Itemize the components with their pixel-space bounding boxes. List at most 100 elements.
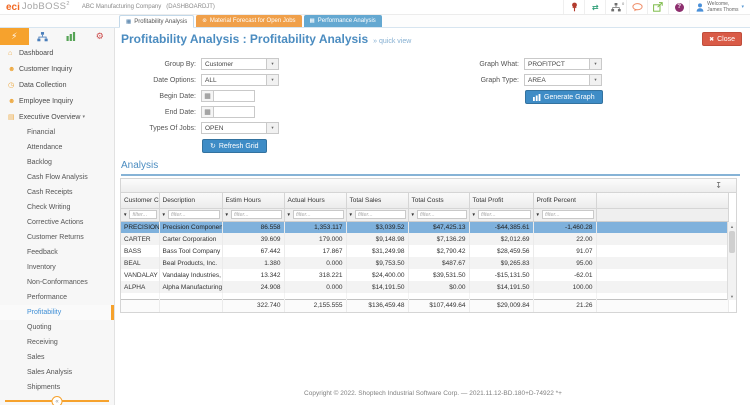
tab-profitability-analysis[interactable]: ▦ Profitability Analysis [119,15,195,28]
grid-scrollbar[interactable]: ▲ ▼ [727,222,736,300]
sidebar-item-financial[interactable]: Financial [0,125,114,140]
column-filter-input[interactable] [292,210,344,219]
begin-date-input[interactable] [214,90,255,102]
cell-filler [596,257,729,269]
table-cell: $3,039.52 [346,221,409,233]
column-header-total-costs[interactable]: Total Costs [408,193,470,209]
quick-actions-bolt-icon[interactable]: ⚡ [0,28,29,45]
export-icon[interactable]: ↧ [715,180,722,192]
graph-what-select[interactable]: PROFITPCT ▾ [524,58,602,70]
sidebar-item-customer-returns[interactable]: Customer Returns [0,230,114,245]
main-content: Profitability Analysis : Profitability A… [116,28,750,405]
sidebar-item-performance[interactable]: Performance [0,290,114,305]
column-filter-input[interactable] [354,210,406,219]
caret-down-icon: ▾ [589,59,601,69]
charts-nav-icon[interactable] [57,28,86,45]
sidebar-item-customer-inquiry[interactable]: ☻ Customer Inquiry [0,61,114,77]
end-date-input[interactable] [214,106,255,118]
sync-icon[interactable]: ⇄ [584,0,605,14]
column-header-total-sales[interactable]: Total Sales [346,193,409,209]
table-row-vandalay[interactable]: VANDALAYVandalay Industries, Inc.13.3423… [121,269,729,281]
sidebar-item-shipments[interactable]: Shipments [0,380,114,395]
column-filter-input[interactable] [167,210,220,219]
chevron-down-icon: ▾ [741,4,744,10]
scrollbar-thumb[interactable] [729,231,735,253]
sidebar-item-cash-flow-analysis[interactable]: Cash Flow Analysis [0,170,114,185]
sidebar-item-inventory[interactable]: Inventory [0,260,114,275]
calendar-icon[interactable]: ▦ [201,90,214,102]
pushpin-icon[interactable] [563,0,584,14]
page-title: Profitability Analysis : Profitability A… [121,32,412,46]
filter-funnel-icon[interactable]: ▼ [123,212,127,217]
sidebar-item-employee-inquiry[interactable]: ☻ Employee Inquiry [0,93,114,109]
column-header-customer-code[interactable]: Customer Code [121,193,160,209]
column-header-total-profit[interactable]: Total Profit [469,193,534,209]
column-filter-input[interactable] [129,210,157,219]
filter-funnel-icon[interactable]: ▼ [472,212,476,217]
filter-funnel-icon[interactable]: ▼ [411,212,415,217]
sidebar-item-cash-receipts[interactable]: Cash Receipts [0,185,114,200]
column-filter-input[interactable] [541,210,594,219]
sidebar-item-sales-analysis[interactable]: Sales Analysis [0,365,114,380]
sitemap-nav-icon[interactable] [29,28,58,45]
customer-code-cell: BEAL [121,257,160,269]
external-link-icon[interactable] [647,0,668,14]
column-header-description[interactable]: Description [159,193,223,209]
sidebar-item-profitability[interactable]: Profitability [0,305,114,320]
sidebar-item-dashboard[interactable]: ⌂ Dashboard [0,45,114,61]
sidebar-item-check-writing[interactable]: Check Writing [0,200,114,215]
sidebar-item-non-conformances[interactable]: Non-Conformances [0,275,114,290]
date-options-select[interactable]: ALL ▾ [201,74,279,86]
sidebar-item-executive-overview[interactable]: ▤ Executive Overview ▾ [0,109,114,125]
types-of-jobs-select[interactable]: OPEN ▾ [201,122,279,134]
generate-graph-button[interactable]: Generate Graph [525,90,603,104]
totals-cell: $29,009.84 [469,298,534,312]
table-cell: -62.01 [533,269,597,281]
column-filter-input[interactable] [230,210,282,219]
sidebar-item-attendance[interactable]: Attendance [0,140,114,155]
graph-type-select[interactable]: AREA ▾ [524,74,602,86]
sidebar-item-label: Data Collection [19,81,67,89]
table-row-beal[interactable]: BEAL Beal Products, Inc. 1.380 0.000 $9,753.… [121,257,729,269]
calendar-icon[interactable]: ▦ [201,106,214,118]
filter-funnel-icon[interactable]: ▼ [287,212,291,217]
chat-icon[interactable] [626,0,647,14]
group-by-select[interactable]: Customer ▾ [201,58,279,70]
column-header-profit-percent[interactable]: Profit Percent [533,193,597,209]
table-row-precision[interactable]: PRECISIONPrecision Components,...86.5581… [121,221,729,233]
table-row-carter[interactable]: CARTER Carter Corporation 39.609 179.000 $9,… [121,233,729,245]
table-row-bass[interactable]: BASS Bass Tool Company 67.442 17.867 $31,249… [121,245,729,257]
column-header-actual-hours[interactable]: Actual Hours [284,193,347,209]
table-row-alpha[interactable]: ALPHAAlpha Manufacturing, I...24.9080.00… [121,281,729,293]
sidebar-item-feedback[interactable]: Feedback [0,245,114,260]
sidebar-item-sales[interactable]: Sales [0,350,114,365]
settings-gears-icon[interactable]: ⚙ [86,28,115,45]
tab-material-forecast-for-open-jobs[interactable]: ⊛ Material Forecast for Open Jobs [196,15,302,27]
sitemap-icon[interactable]: 0 [605,0,626,14]
sidebar-collapse-button[interactable]: « [51,396,63,405]
scroll-up-icon[interactable]: ▲ [728,222,736,230]
table-cell: Carter Corporation [159,233,223,245]
filter-funnel-icon[interactable]: ▼ [536,212,540,217]
table-cell: Beal Products, Inc. [159,257,223,269]
user-menu[interactable]: Welcome, James Thoms ▾ [689,0,750,14]
sidebar-item-data-collection[interactable]: ◷ Data Collection [0,77,114,93]
sidebar-item-backlog[interactable]: Backlog [0,155,114,170]
column-filter-input[interactable] [416,210,467,219]
table-cell: 24.908 [222,281,285,293]
tab-performance-analysis[interactable]: ▦ Performance Analysis [303,15,382,27]
quick-view-link[interactable]: » quick view [373,38,411,45]
filter-funnel-icon[interactable]: ▼ [349,212,353,217]
sidebar-item-corrective-actions[interactable]: Corrective Actions [0,215,114,230]
filter-funnel-icon[interactable]: ▼ [225,212,229,217]
sidebar-item-quoting[interactable]: Quoting [0,320,114,335]
sidebar-item-receiving[interactable]: Receiving [0,335,114,350]
scroll-down-icon[interactable]: ▼ [728,292,736,300]
close-button[interactable]: ✖ Close [702,32,742,46]
refresh-grid-button[interactable]: ↻ Refresh Grid [202,139,267,153]
filter-funnel-icon[interactable]: ▼ [162,212,166,217]
sidebar-nav: ⌂ Dashboard ☻ Customer Inquiry ◷ Data Collect… [0,45,114,395]
column-filter-input[interactable] [477,210,531,219]
column-header-estim-hours[interactable]: Estim Hours [222,193,285,209]
help-icon[interactable]: ? [668,0,689,14]
